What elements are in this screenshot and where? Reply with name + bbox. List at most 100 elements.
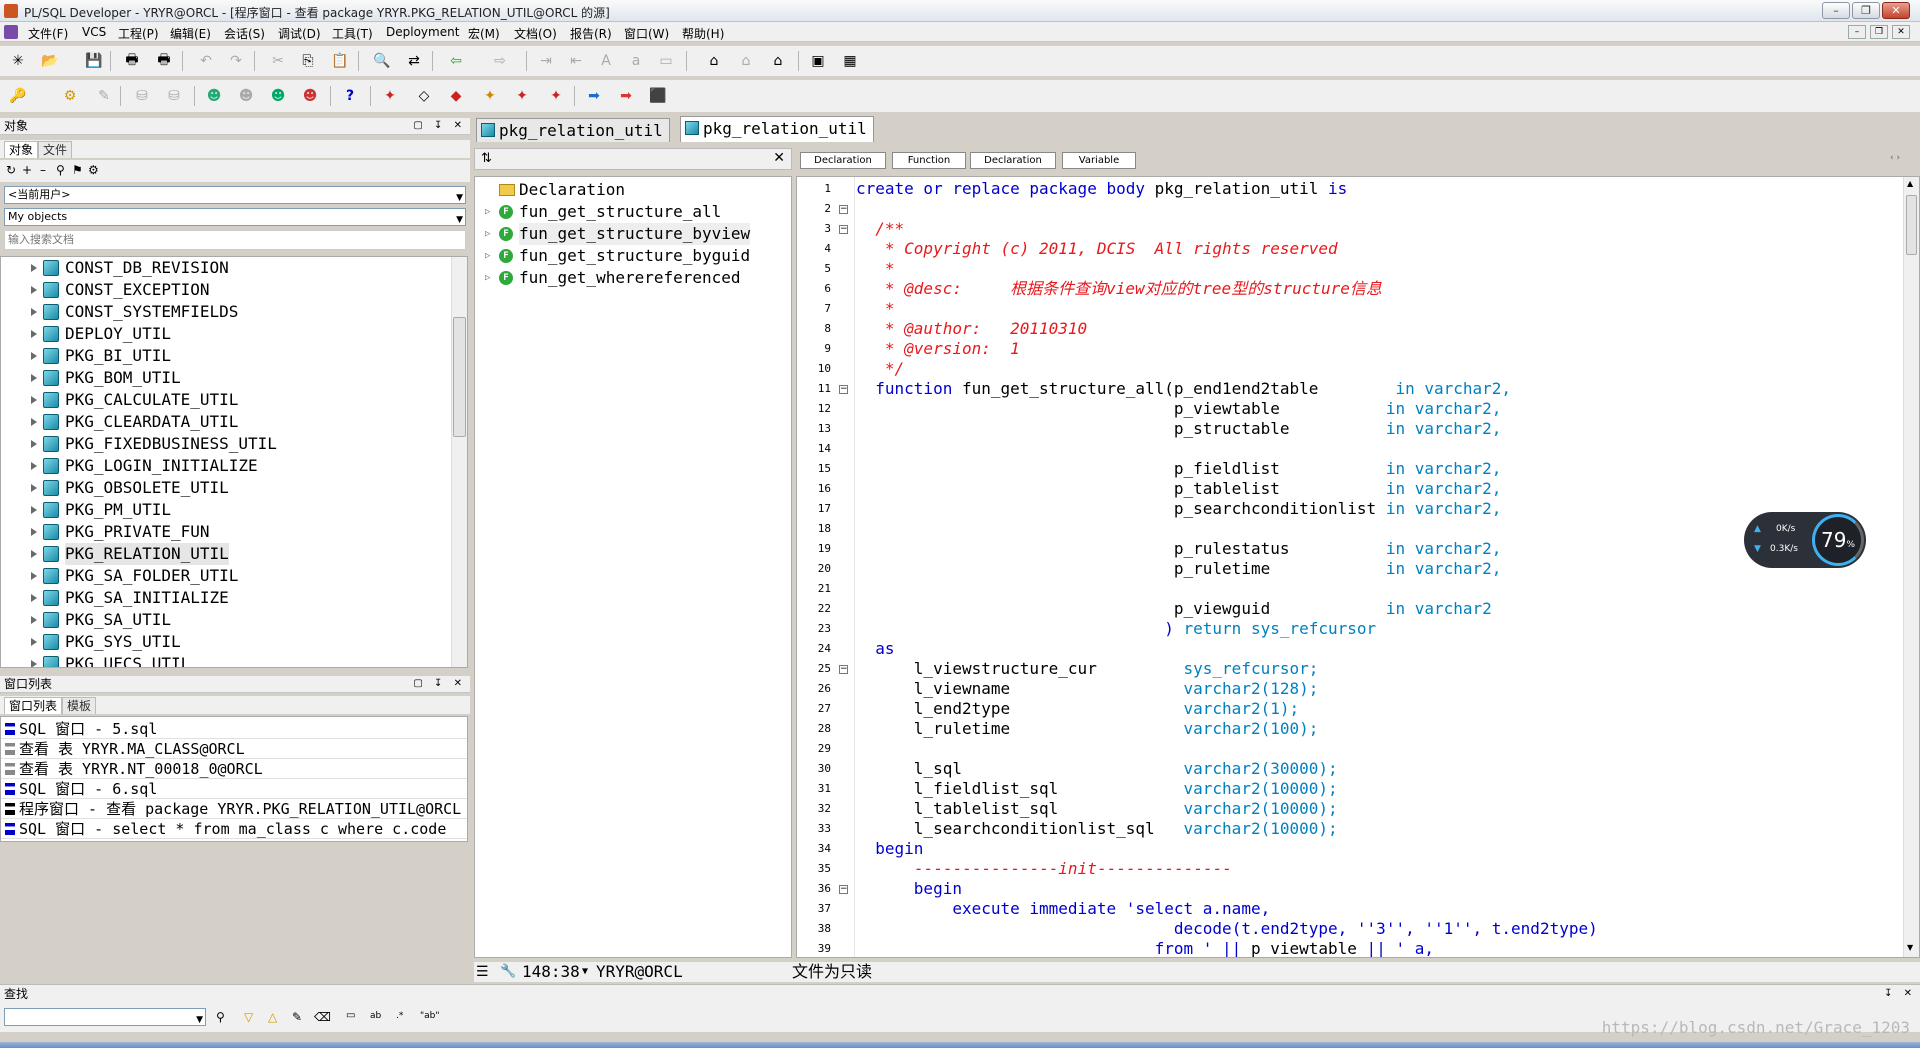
fold-toggle[interactable]: − bbox=[839, 665, 848, 674]
find-object-icon[interactable]: ⚲ bbox=[56, 163, 65, 177]
code-editor[interactable]: 1 2 3 4 5 6 7 8 9 10 11 12 13 14 15 16 1… bbox=[796, 176, 1920, 958]
minimize-button[interactable]: – bbox=[1822, 2, 1850, 19]
paste-icon[interactable]: 📋 bbox=[330, 51, 350, 71]
mdi-restore-button[interactable]: ❐ bbox=[1870, 25, 1888, 39]
find-previous-icon[interactable]: △ bbox=[268, 1010, 277, 1024]
scroll-down-icon[interactable]: ▼ bbox=[1907, 943, 1913, 952]
debug-start-icon[interactable]: ✦ bbox=[380, 86, 400, 106]
menu-project[interactable]: 工程(P) bbox=[118, 25, 159, 42]
session-icon[interactable]: ☻ bbox=[204, 86, 224, 106]
tab-files[interactable]: 文件 bbox=[38, 141, 73, 158]
replace-icon[interactable]: ⇄ bbox=[404, 51, 424, 71]
undo-icon[interactable]: ↶ bbox=[196, 51, 216, 71]
comment-icon[interactable]: ▭ bbox=[656, 51, 676, 71]
editor-scrollbar[interactable]: ▲ ▼ bbox=[1903, 177, 1919, 957]
refresh-icon[interactable]: ↻ bbox=[6, 163, 16, 177]
menu-app-icon[interactable] bbox=[4, 25, 18, 39]
menu-window[interactable]: 窗口(W) bbox=[624, 25, 669, 42]
code-tab-declaration-2[interactable]: Declaration bbox=[970, 152, 1056, 169]
tree-scrollbar[interactable] bbox=[451, 257, 467, 667]
match-case-icon[interactable]: ▭ bbox=[346, 1010, 355, 1021]
user-combo[interactable]: <当前用户> ▼ bbox=[4, 186, 466, 204]
sort-icon[interactable]: ⇅ bbox=[481, 151, 492, 166]
chevron-down-icon[interactable]: ▼ bbox=[582, 962, 588, 982]
menu-file[interactable]: 文件(F) bbox=[28, 25, 68, 42]
close-icon[interactable]: ✕ bbox=[773, 150, 785, 166]
run-to-icon[interactable]: ➡ bbox=[584, 86, 604, 106]
window-list-item[interactable]: 查看 表 YRYR.NT_00018_0@ORCL bbox=[1, 759, 467, 779]
import-icon[interactable]: ⇦ bbox=[446, 51, 466, 71]
commit-icon[interactable]: ⛁ bbox=[132, 86, 152, 106]
panel-pin-icon[interactable]: ▢ ↧ ✕ bbox=[413, 118, 466, 134]
whole-word-icon[interactable]: ab bbox=[370, 1011, 381, 1021]
window-list-item[interactable]: SQL 窗口 - 5.sql bbox=[1, 719, 467, 739]
print-icon[interactable]: 🖶 bbox=[122, 51, 142, 71]
fold-toggle[interactable]: − bbox=[839, 225, 848, 234]
menu-report[interactable]: 报告(R) bbox=[570, 25, 612, 42]
stop-icon[interactable]: ◆ bbox=[446, 86, 466, 106]
export-icon[interactable]: ⇨ bbox=[490, 51, 510, 71]
eraser-icon[interactable]: ◇ bbox=[414, 86, 434, 106]
maximize-button[interactable]: ❐ bbox=[1852, 2, 1880, 19]
tab-scroll-arrows[interactable]: ‹ › bbox=[1890, 153, 1900, 163]
add-icon[interactable]: + bbox=[22, 163, 32, 177]
unindent-icon[interactable]: ⇤ bbox=[566, 51, 586, 71]
report-icon[interactable]: ☻ bbox=[300, 86, 320, 106]
menu-tools[interactable]: 工具(T) bbox=[332, 25, 373, 42]
find-input[interactable]: ▼ bbox=[4, 1008, 206, 1026]
quote-icon[interactable]: "ab" bbox=[420, 1011, 440, 1021]
scroll-up-icon[interactable]: ▲ bbox=[1907, 179, 1913, 188]
find-icon[interactable]: 🔍 bbox=[372, 51, 392, 71]
doc-tab-1[interactable]: pkg_relation_util bbox=[476, 118, 670, 142]
regex-icon[interactable]: .* bbox=[396, 1011, 403, 1021]
panel-pin-icon[interactable]: ↧ ✕ bbox=[1884, 985, 1916, 1003]
menu-edit[interactable]: 编辑(E) bbox=[170, 25, 211, 42]
session-disabled-icon[interactable]: ☻ bbox=[236, 86, 256, 106]
fold-toggle[interactable]: − bbox=[839, 885, 848, 894]
cut-icon[interactable]: ✂ bbox=[268, 51, 288, 71]
menu-debug[interactable]: 调试(D) bbox=[278, 25, 321, 42]
find-binoculars-icon[interactable]: ⚲ bbox=[216, 1010, 225, 1024]
rollback-icon[interactable]: ⛁ bbox=[164, 86, 184, 106]
filter-icon[interactable]: ⚑ bbox=[72, 163, 83, 177]
mdi-minimize-button[interactable]: – bbox=[1848, 25, 1866, 39]
toggle-breakpoint-icon[interactable]: ⬛ bbox=[648, 86, 668, 106]
window-list-item[interactable]: 查看 表 YRYR.MA_CLASS@ORCL bbox=[1, 739, 467, 759]
tile-windows-icon[interactable]: ▦ bbox=[840, 51, 860, 71]
mdi-close-button[interactable]: ✕ bbox=[1892, 25, 1910, 39]
sql-window-icon[interactable]: ⌂ bbox=[704, 51, 724, 71]
filter-combo[interactable]: My objects ▼ bbox=[4, 208, 466, 226]
object-browser-icon[interactable]: ☻ bbox=[268, 86, 288, 106]
help-icon[interactable]: ? bbox=[340, 86, 360, 106]
tab-objects[interactable]: 对象 bbox=[4, 141, 39, 158]
tree-scroll-thumb[interactable] bbox=[453, 317, 466, 437]
object-search-input[interactable] bbox=[4, 230, 466, 250]
fold-toggle[interactable]: − bbox=[839, 205, 848, 214]
step-over-icon[interactable]: ✦ bbox=[512, 86, 532, 106]
wrench-icon[interactable]: 🔧 bbox=[500, 962, 516, 982]
print-preview-icon[interactable]: 🖶 bbox=[154, 51, 174, 71]
code-tab-function[interactable]: Function bbox=[892, 152, 966, 169]
test-window-icon[interactable]: ⌂ bbox=[768, 51, 788, 71]
lowercase-icon[interactable]: a bbox=[626, 51, 646, 71]
break-icon[interactable]: ✎ bbox=[94, 86, 114, 106]
command-window-icon[interactable]: ⌂ bbox=[736, 51, 756, 71]
clear-highlight-icon[interactable]: ⌫ bbox=[314, 1010, 331, 1024]
menu-deployment[interactable]: Deployment bbox=[386, 25, 459, 39]
step-into-icon[interactable]: ✦ bbox=[480, 86, 500, 106]
menu-help[interactable]: 帮助(H) bbox=[682, 25, 724, 42]
highlight-icon[interactable]: ✎ bbox=[292, 1010, 302, 1024]
run-to-exception-icon[interactable]: ➡ bbox=[616, 86, 636, 106]
window-list-item-active[interactable]: 程序窗口 - 查看 package YRYR.PKG_RELATION_UTIL… bbox=[1, 799, 467, 819]
menu-vcs[interactable]: VCS bbox=[82, 25, 106, 39]
uppercase-icon[interactable]: A bbox=[596, 51, 616, 71]
doc-tab-2-active[interactable]: pkg_relation_util bbox=[680, 116, 874, 142]
copy-icon[interactable]: ⎘ bbox=[298, 51, 318, 71]
settings-icon[interactable]: ⚙ bbox=[88, 163, 99, 177]
tab-window-list[interactable]: 窗口列表 bbox=[4, 697, 63, 714]
remove-icon[interactable]: – bbox=[40, 163, 46, 177]
code-tab-declaration[interactable]: Declaration bbox=[800, 152, 886, 169]
find-next-icon[interactable]: ▽ bbox=[244, 1010, 253, 1024]
network-monitor-widget[interactable]: ▲ 0K/s ▼ 0.3K/s 79% bbox=[1744, 512, 1866, 568]
tab-templates[interactable]: 模板 bbox=[62, 697, 97, 714]
